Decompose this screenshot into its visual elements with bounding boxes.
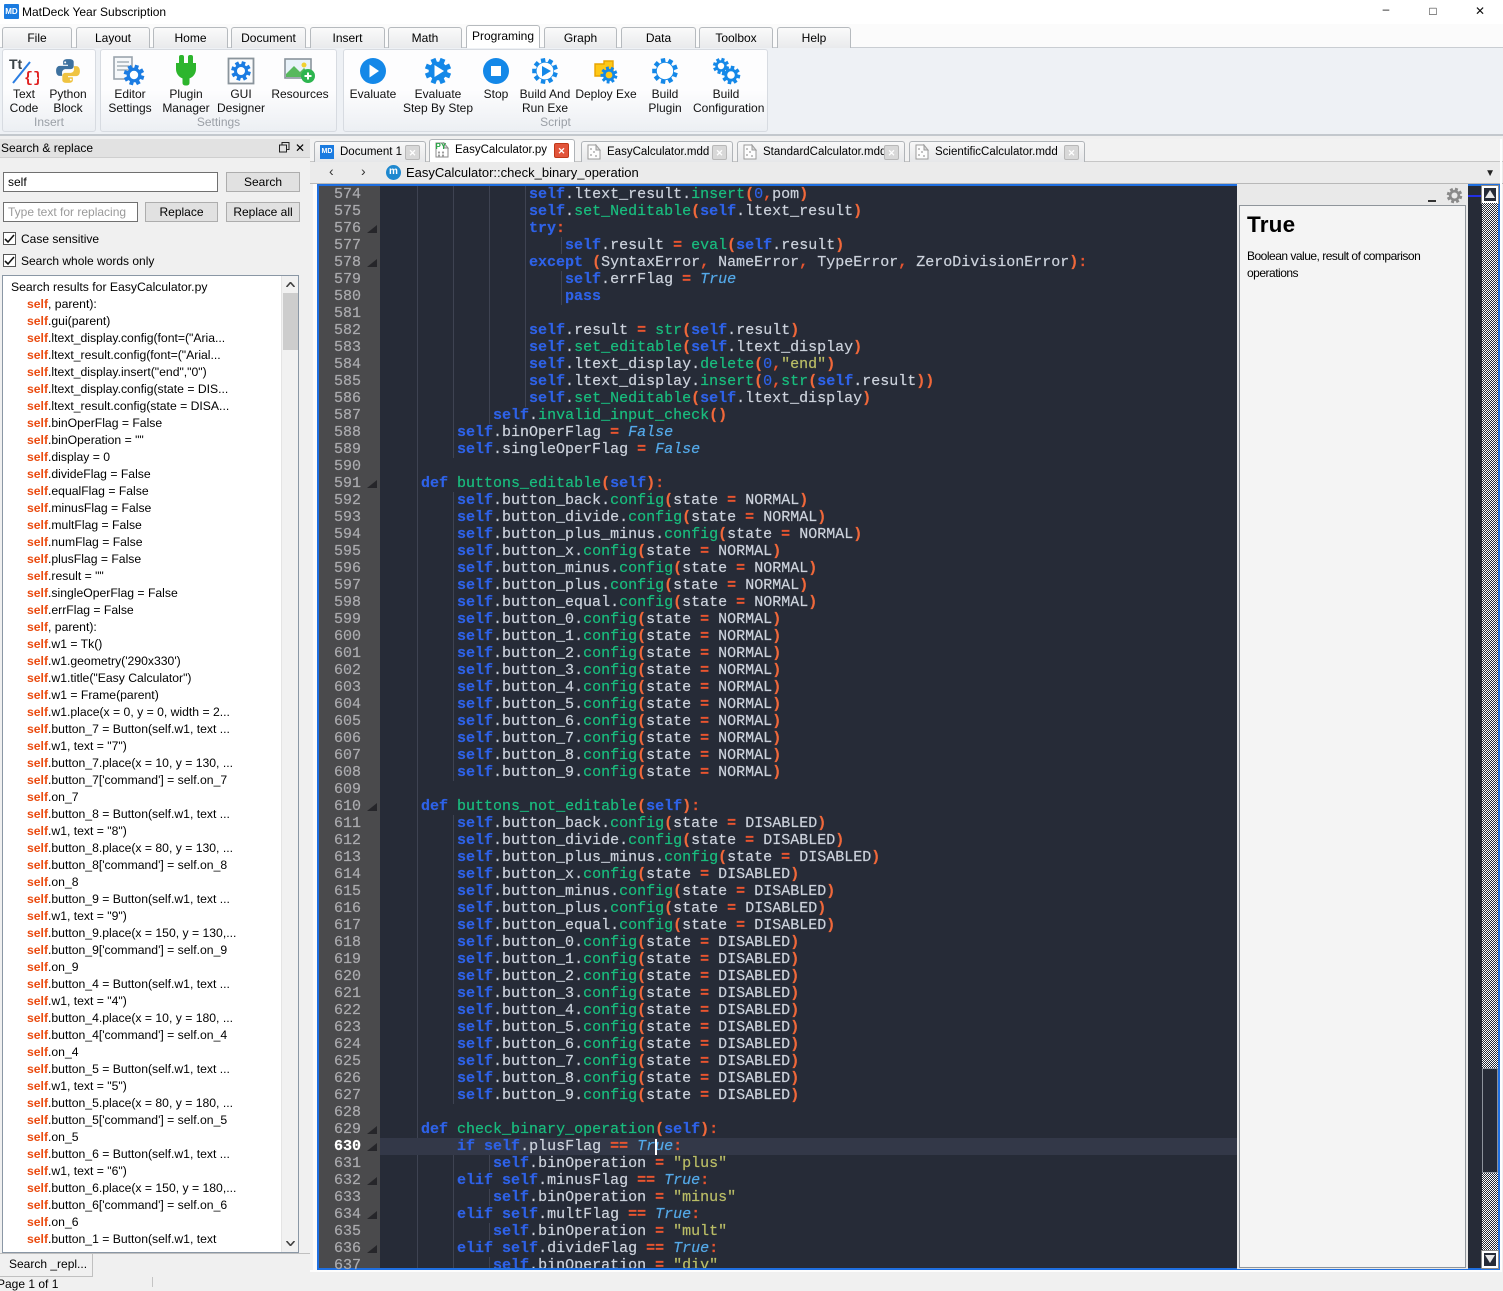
svg-text:{}: {} [24, 70, 39, 85]
svg-text:Tt: Tt [9, 57, 23, 72]
svg-text:PY: PY [436, 142, 447, 151]
